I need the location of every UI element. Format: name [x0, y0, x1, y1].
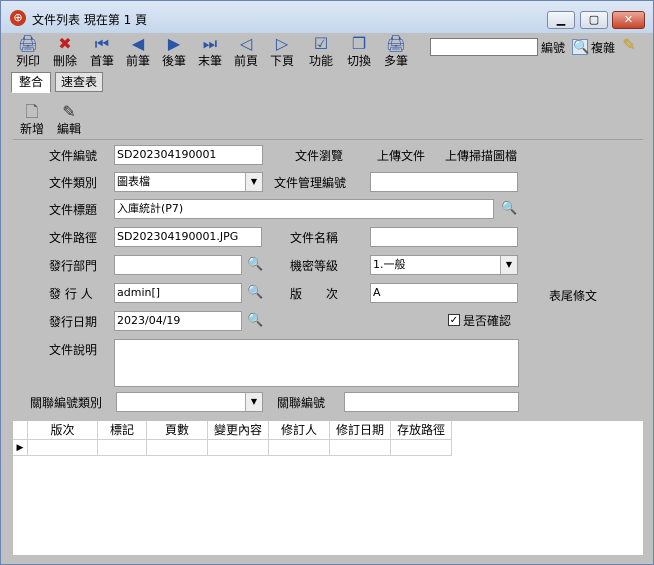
last-record-button[interactable]: ⏭ 末筆 — [191, 34, 229, 72]
minimize-button[interactable]: ▁ — [547, 11, 575, 29]
chevron-down-icon[interactable]: ▼ — [500, 256, 517, 274]
table-cell[interactable] — [147, 440, 208, 456]
table-cell[interactable] — [269, 440, 330, 456]
doc-type-label: 文件類別 — [49, 176, 98, 190]
close-button[interactable]: ✕ — [612, 11, 645, 29]
version-field[interactable]: A — [370, 283, 518, 303]
confirm-label: 是否確認 — [463, 314, 512, 328]
new-button[interactable]: 🗋 新增 — [13, 102, 51, 140]
doc-desc-label: 文件說明 — [49, 343, 98, 357]
doc-browse-link[interactable]: 文件瀏覽 — [295, 148, 343, 164]
grid-header[interactable]: 標記 — [98, 421, 147, 440]
grid-header[interactable]: 存放路徑 — [391, 421, 452, 440]
code-label: 編號 — [541, 41, 566, 55]
next-icon: ▶ — [167, 34, 181, 53]
footer-clause-link[interactable]: 表尾條文 — [549, 288, 597, 304]
doc-desc-textarea[interactable] — [114, 339, 519, 387]
issue-date-field[interactable]: 2023/04/19 — [114, 311, 242, 331]
stamp-icon[interactable]: ✎ — [621, 37, 637, 53]
row-indicator-icon: ▶ — [13, 440, 28, 456]
version-label: 版 次 — [290, 287, 339, 301]
file-name-field[interactable] — [370, 227, 518, 247]
printer-icon: 🖨 — [17, 34, 39, 53]
chevron-down-icon[interactable]: ▼ — [245, 173, 262, 191]
mgmt-no-field[interactable] — [370, 172, 518, 192]
print-button[interactable]: 🖨 列印 — [9, 34, 47, 72]
chevron-down-icon[interactable]: ▼ — [245, 393, 262, 411]
search-icon[interactable]: 🔍 — [247, 285, 263, 301]
doc-path-field[interactable]: SD202304190001.JPG — [114, 227, 262, 247]
last-icon: ⏭ — [202, 34, 218, 53]
dept-field[interactable] — [114, 255, 242, 275]
doc-title-label: 文件標題 — [49, 203, 98, 217]
maximize-button[interactable]: ▢ — [580, 11, 608, 29]
secret-label: 機密等級 — [290, 259, 339, 273]
doc-path-label: 文件路徑 — [49, 231, 98, 245]
issuer-field[interactable]: admin[] — [114, 283, 242, 303]
prev-page-button[interactable]: ◁ 前頁 — [227, 34, 265, 72]
file-name-label: 文件名稱 — [290, 231, 339, 245]
prev-icon: ◀ — [131, 34, 145, 53]
doc-no-label: 文件編號 — [49, 149, 98, 163]
edit-button[interactable]: ✎ 編輯 — [50, 102, 88, 140]
grid-header[interactable]: 修訂人 — [269, 421, 330, 440]
search-input[interactable] — [430, 38, 538, 56]
multi-printer-icon: 🖨 — [385, 34, 407, 53]
function-button[interactable]: ☑ 功能 — [302, 34, 340, 72]
prev-page-icon: ◁ — [239, 34, 253, 53]
switch-button[interactable]: ❐ 切換 — [340, 34, 378, 72]
next-page-icon: ▷ — [275, 34, 289, 53]
secret-level-select[interactable]: 1.一般 ▼ — [370, 255, 518, 275]
rel-type-select[interactable]: ▼ — [116, 392, 263, 412]
table-cell[interactable] — [330, 440, 391, 456]
tab-quick-lookup[interactable]: 速查表 — [55, 72, 103, 92]
next-page-button[interactable]: ▷ 下頁 — [263, 34, 301, 72]
doc-title-field[interactable]: 入庫統計(P7) — [114, 199, 494, 219]
switch-icon: ❐ — [351, 34, 367, 53]
title-bar: ⊕ 文件列表 現在第 1 頁 ▁ ▢ ✕ — [1, 1, 653, 33]
next-record-button[interactable]: ▶ 後筆 — [155, 34, 193, 72]
rel-no-field[interactable] — [344, 392, 519, 412]
new-doc-icon: 🗋 — [25, 102, 39, 121]
doc-type-select[interactable]: 圖表檔 ▼ — [114, 172, 263, 192]
dept-label: 發行部門 — [49, 259, 98, 273]
issuer-label: 發 行 人 — [49, 287, 93, 301]
search-icon[interactable]: 🔍 — [247, 257, 263, 273]
doc-no-field[interactable]: SD202304190001 — [114, 145, 263, 165]
table-cell[interactable] — [98, 440, 147, 456]
document-list-window: ⊕ 文件列表 現在第 1 頁 ▁ ▢ ✕ 🖨 列印 ✖ 刪除 ⏮ 首筆 ◀ 前筆 ▶ 後筆… — [0, 0, 654, 565]
first-icon: ⏮ — [94, 34, 110, 53]
rel-type-label: 關聯編號類別 — [30, 396, 103, 410]
edit-icon: ✎ — [62, 102, 76, 121]
grid-header[interactable]: 變更內容 — [208, 421, 269, 440]
mgmt-no-label: 文件管理編號 — [274, 176, 347, 190]
app-icon: ⊕ — [10, 10, 26, 26]
grid-corner — [13, 421, 28, 440]
issue-date-label: 發行日期 — [49, 315, 98, 329]
function-icon: ☑ — [313, 34, 329, 53]
delete-icon: ✖ — [58, 34, 72, 53]
tab-integrated[interactable]: 整合 — [11, 72, 51, 93]
grid-header[interactable]: 頁數 — [147, 421, 208, 440]
prev-record-button[interactable]: ◀ 前筆 — [119, 34, 157, 72]
search-icon[interactable]: 🔍 — [572, 39, 589, 55]
upload-doc-link[interactable]: 上傳文件 — [377, 148, 425, 164]
table-cell[interactable] — [28, 440, 98, 456]
search-icon[interactable]: 🔍 — [247, 313, 263, 329]
window-title: 文件列表 現在第 1 頁 — [32, 13, 148, 27]
rel-no-label: 關聯編號 — [277, 396, 326, 410]
table-cell[interactable] — [391, 440, 452, 456]
confirm-checkbox[interactable]: ✓ — [448, 314, 460, 326]
grid-header[interactable]: 版次 — [28, 421, 98, 440]
copy-label: 複雜 — [591, 41, 616, 55]
multi-record-button[interactable]: 🖨 多筆 — [377, 34, 415, 72]
delete-button[interactable]: ✖ 刪除 — [46, 34, 84, 72]
search-icon[interactable]: 🔍 — [501, 201, 517, 217]
upload-scan-link[interactable]: 上傳掃描圖檔 — [445, 148, 517, 164]
first-record-button[interactable]: ⏮ 首筆 — [83, 34, 121, 72]
table-cell[interactable] — [208, 440, 269, 456]
revision-grid: 版次 標記 頁數 變更內容 修訂人 修訂日期 存放路徑 ▶ — [13, 421, 643, 555]
grid-header[interactable]: 修訂日期 — [330, 421, 391, 440]
